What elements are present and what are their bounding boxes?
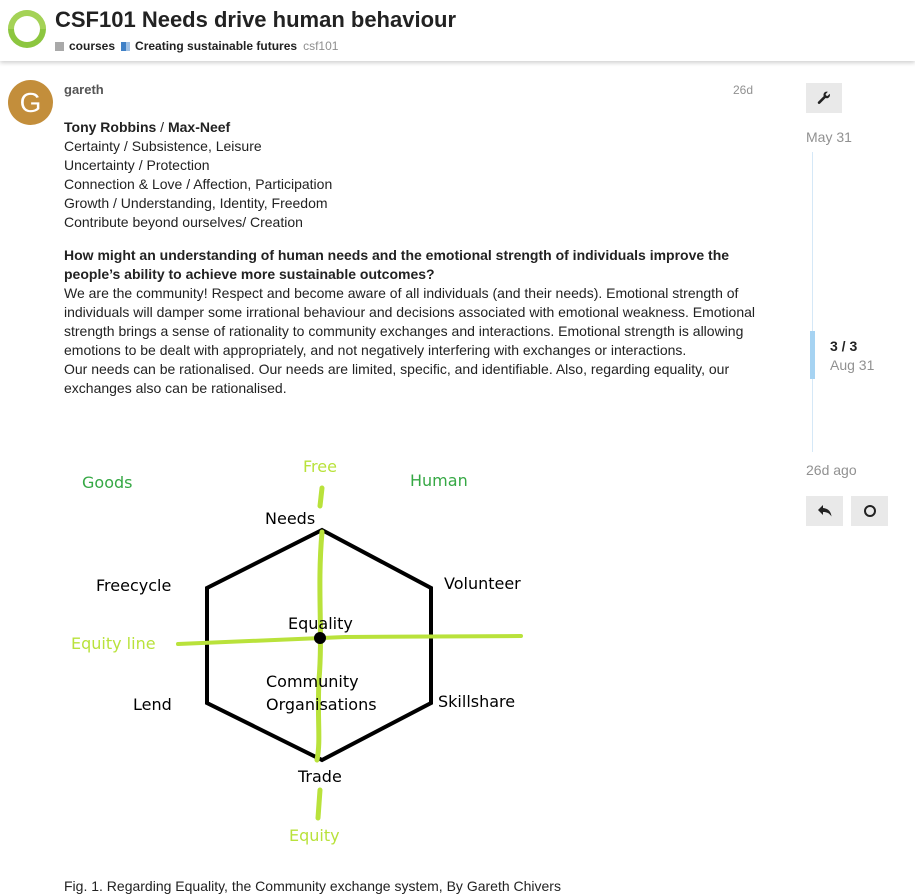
needs-line: Growth / Understanding, Identity, Freedo… — [64, 195, 328, 211]
reply-button[interactable] — [806, 496, 843, 526]
center-point — [314, 632, 326, 644]
category-row: courses Creating sustainable futures csf… — [55, 39, 338, 53]
equity-line — [176, 634, 523, 646]
timeline-track — [812, 152, 813, 452]
label-needs: Needs — [265, 509, 315, 528]
site-header: CSF101 Needs drive human behaviour cours… — [0, 0, 915, 61]
needs-heading-left: Tony Robbins — [64, 119, 157, 135]
label-goods: Goods — [82, 473, 132, 492]
needs-heading-sep: / — [156, 119, 168, 135]
label-freecycle: Freecycle — [96, 576, 171, 595]
label-community: Community — [266, 672, 359, 691]
needs-line: Connection & Love / Affection, Participa… — [64, 176, 333, 192]
category-color-swatch — [121, 41, 131, 51]
label-equality: Equality — [288, 614, 353, 633]
label-equity: Equity — [289, 826, 340, 845]
post-body: Tony Robbins / Max-Neef Certainty / Subs… — [64, 118, 764, 398]
admin-wrench-button[interactable] — [806, 83, 842, 113]
avatar[interactable]: G — [8, 80, 53, 125]
timeline-position: 3 / 3 — [830, 338, 858, 354]
post-paragraph: Our needs can be rationalised. Our needs… — [64, 361, 730, 396]
site-logo[interactable] — [8, 10, 46, 48]
timeline-end-label[interactable]: 26d ago — [806, 462, 857, 478]
topic-title[interactable]: CSF101 Needs drive human behaviour — [55, 7, 456, 33]
category-label: courses — [69, 39, 116, 53]
needs-heading-right: Max-Neef — [167, 119, 231, 135]
label-lend: Lend — [133, 695, 172, 714]
notification-button[interactable] — [851, 496, 888, 526]
label-skillshare: Skillshare — [438, 692, 515, 711]
post-paragraph: We are the community! Respect and become… — [64, 285, 756, 358]
reply-icon — [817, 505, 831, 517]
post-date[interactable]: 26d — [733, 83, 753, 97]
topic-tag[interactable]: csf101 — [303, 39, 338, 53]
needs-line: Certainty / Subsistence, Leisure — [64, 138, 262, 154]
label-organisations: Organisations — [266, 695, 377, 714]
label-volunteer: Volunteer — [444, 574, 521, 593]
post-username[interactable]: gareth — [64, 82, 104, 97]
notification-circle-icon — [863, 505, 876, 517]
needs-line: Uncertainty / Protection — [64, 157, 210, 173]
needs-heading: Tony Robbins / Max-Neef — [64, 118, 764, 137]
category-label: Creating sustainable futures — [135, 39, 298, 53]
post-question: How might an understanding of human need… — [64, 247, 730, 282]
category-badge-courses[interactable]: courses — [55, 39, 115, 53]
needs-line: Contribute beyond ourselves/ Creation — [64, 214, 303, 230]
figure-caption: Fig. 1. Regarding Equality, the Communit… — [64, 878, 561, 894]
equality-diagram: Free Goods Human Needs Freecycle Volunte… — [71, 457, 523, 845]
category-badge-creating-sustainable-futures[interactable]: Creating sustainable futures — [121, 39, 297, 53]
timeline-position-date: Aug 31 — [830, 357, 875, 373]
label-free: Free — [303, 457, 337, 476]
timeline-start-date[interactable]: May 31 — [806, 129, 852, 145]
label-equity-line: Equity line — [71, 634, 156, 653]
wrench-icon — [817, 91, 830, 104]
category-color-swatch — [55, 41, 64, 51]
label-trade: Trade — [297, 767, 342, 786]
label-human: Human — [410, 471, 468, 490]
